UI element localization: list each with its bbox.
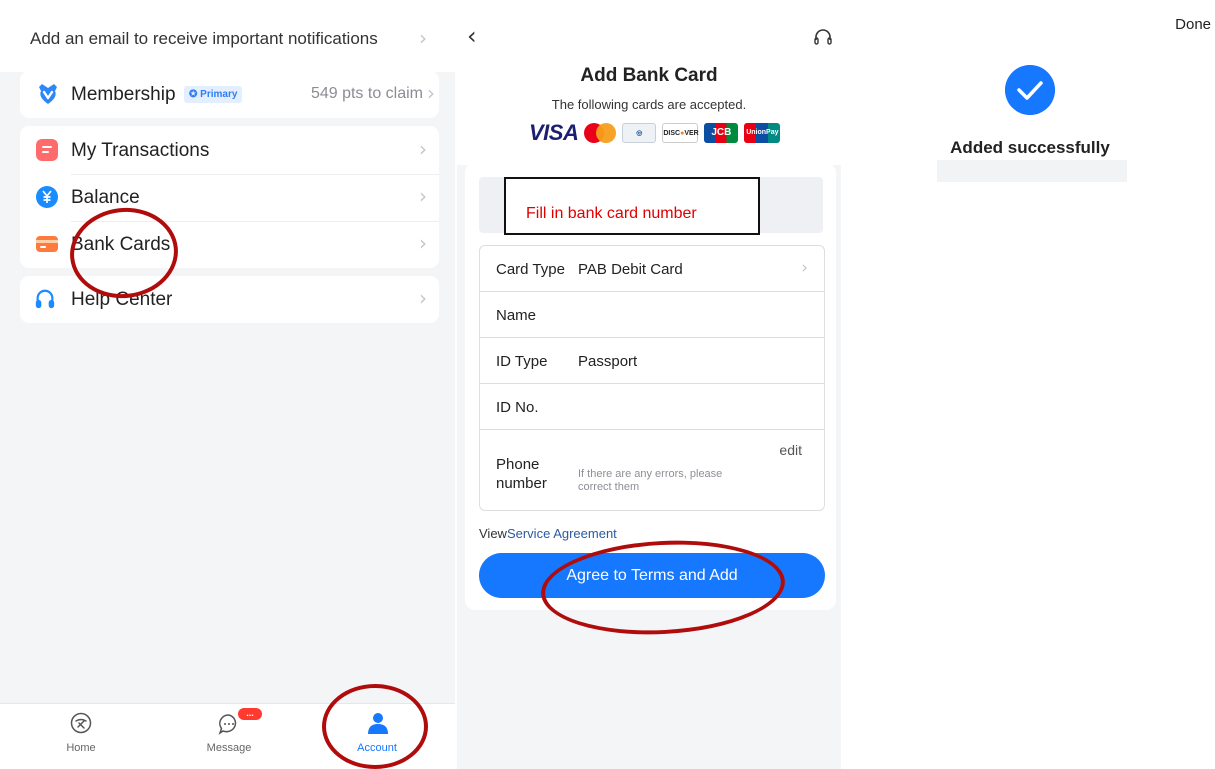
chevron-right-icon: ›: [427, 81, 435, 105]
discover-logo: DISC●VER: [662, 123, 699, 143]
message-badge: ...: [238, 708, 262, 720]
primary-badge: ✪ Primary: [184, 86, 243, 103]
home-icon: [70, 712, 92, 734]
tab-label: Home: [66, 742, 96, 754]
chat-bubble-icon: [218, 714, 237, 735]
annotation-box-card-number: Fill in bank card number: [504, 177, 760, 235]
card-type-row[interactable]: Card Type PAB Debit Card ›: [480, 246, 824, 292]
jcb-logo: JCB: [704, 123, 739, 143]
account-screen: Add an email to receive important notifi…: [0, 0, 455, 769]
chevron-right-icon: ›: [419, 26, 427, 50]
success-screen: Done Added successfully: [845, 0, 1215, 769]
annotation-circle-account-tab: [322, 684, 428, 769]
membership-v-icon: [39, 84, 57, 104]
transactions-icon: [36, 139, 58, 161]
membership-row[interactable]: Membership ✪ Primary 549 pts to claim ›: [20, 71, 439, 118]
chevron-right-icon: ›: [419, 137, 427, 161]
success-check-icon: [1005, 65, 1055, 115]
phone-hint: If there are any errors, please correct …: [578, 468, 723, 493]
points-to-claim: 549 pts to claim: [310, 85, 423, 102]
done-button[interactable]: Done: [1175, 16, 1211, 33]
unionpay-logo: UnionPay: [744, 123, 781, 143]
back-arrow-icon[interactable]: ‹: [467, 22, 477, 50]
email-prompt: Add an email to receive important notifi…: [30, 29, 378, 48]
id-number-field[interactable]: ID No.: [480, 384, 824, 430]
email-notification-row[interactable]: Add an email to receive important notifi…: [0, 0, 455, 72]
chevron-right-icon: ›: [419, 286, 427, 310]
annotation-text: Fill in bank card number: [526, 205, 697, 222]
mastercard-logo: [584, 123, 617, 143]
chevron-right-icon: ›: [419, 184, 427, 208]
membership-card[interactable]: Membership ✪ Primary 549 pts to claim ›: [20, 71, 439, 118]
chevron-right-icon: ›: [801, 258, 808, 278]
headset-icon: [35, 289, 55, 309]
diners-club-logo: ◎: [622, 123, 657, 143]
name-label: Name: [496, 307, 537, 324]
yuan-coin-icon: [36, 186, 58, 208]
edit-phone-link[interactable]: edit: [779, 442, 802, 458]
id-type-row[interactable]: ID Type Passport: [480, 338, 824, 384]
card-type-label: Card Type: [496, 261, 565, 278]
primary-badge-text: Primary: [200, 89, 238, 100]
phone-number-row[interactable]: Phone number If there are any errors, pl…: [480, 430, 824, 510]
name-field[interactable]: Name: [480, 292, 824, 338]
id-type-label: ID Type: [496, 353, 548, 370]
view-text: View: [479, 526, 507, 541]
bank-card-icon: [36, 236, 58, 252]
id-type-value: Passport: [578, 353, 638, 370]
menu-item-my-transactions[interactable]: My Transactions ›: [20, 127, 439, 174]
accepted-cards-note: The following cards are accepted.: [551, 97, 747, 112]
add-bank-card-screen: ‹ Add Bank Card The following cards are …: [457, 0, 841, 769]
success-message: Added successfully: [950, 138, 1110, 157]
menu-item-label: My Transactions: [71, 140, 210, 161]
phone-number-label: Phone number: [496, 456, 547, 492]
tab-home[interactable]: Home: [26, 704, 136, 769]
visa-logo: VISA: [529, 120, 579, 145]
id-number-label: ID No.: [496, 399, 539, 416]
card-type-value: PAB Debit Card: [578, 261, 683, 278]
service-agreement-line: ViewService Agreement: [479, 526, 617, 541]
menu-item-balance[interactable]: Balance ›: [20, 174, 439, 221]
chevron-right-icon: ›: [419, 231, 427, 255]
add-card-header: ‹ Add Bank Card The following cards are …: [457, 0, 841, 165]
menu-item-label: Balance: [71, 187, 140, 208]
tab-message[interactable]: ... Message: [174, 704, 284, 769]
accepted-card-logos: VISA ◎ DISC●VER JCB UnionPay: [529, 120, 781, 146]
redacted-bar: [937, 160, 1127, 182]
card-details-fields: Card Type PAB Debit Card › Name ID Type …: [479, 245, 825, 511]
customer-service-icon[interactable]: [813, 27, 833, 47]
service-agreement-link[interactable]: Service Agreement: [507, 526, 617, 541]
page-title: Add Bank Card: [580, 65, 718, 86]
membership-label: Membership: [71, 84, 176, 105]
tab-label: Message: [206, 742, 252, 754]
